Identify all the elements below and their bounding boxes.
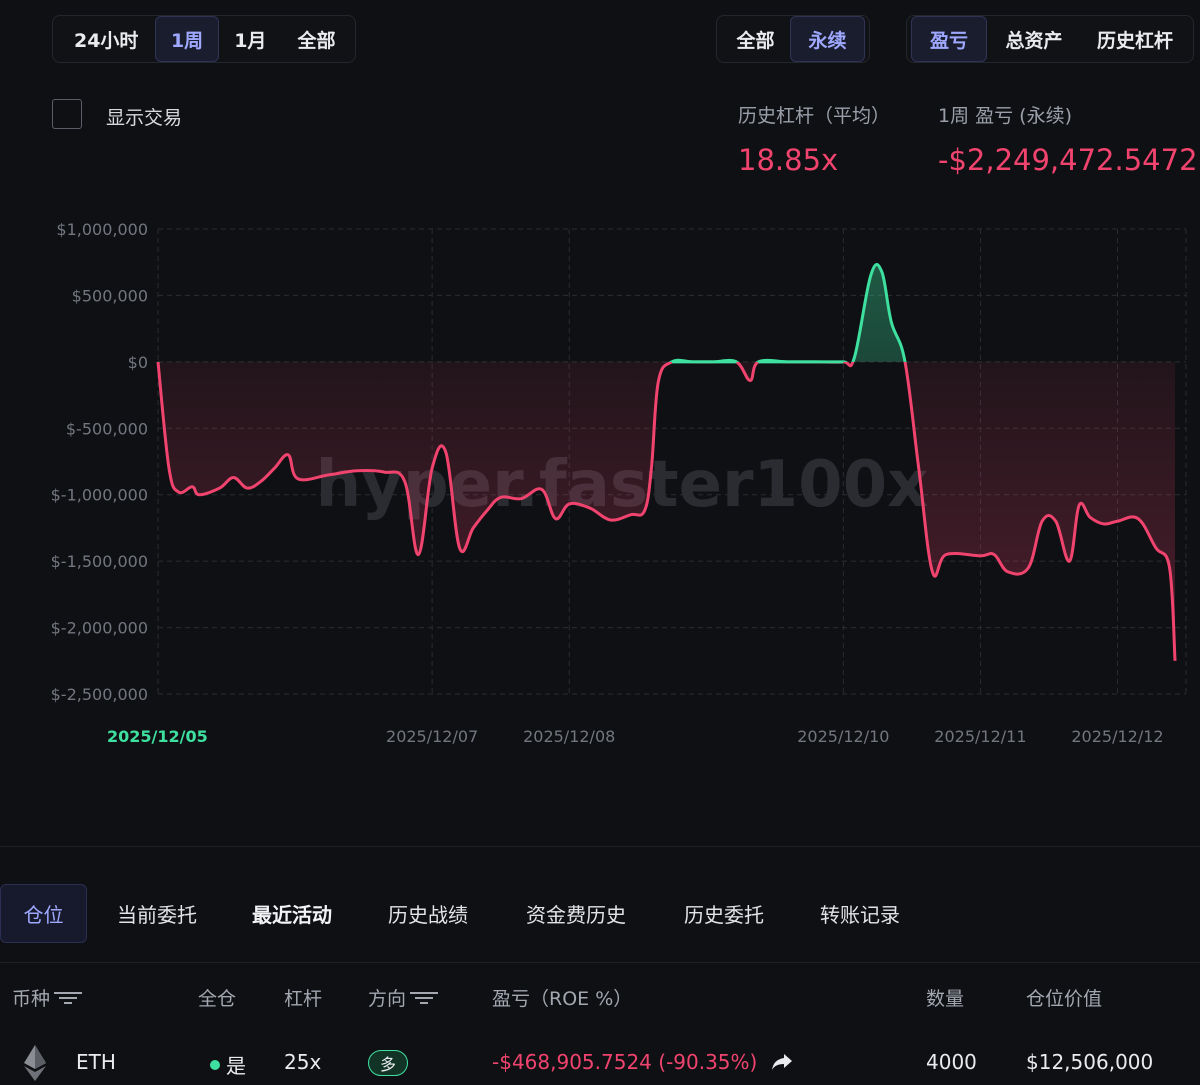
col-cross-header: 全仓	[198, 988, 237, 1010]
col-size-header: 数量	[926, 988, 965, 1010]
position-coin[interactable]: ETH	[76, 1050, 116, 1074]
position-cross-value: 是	[226, 1054, 246, 1078]
tab-recent-activity[interactable]: 最近活动	[236, 884, 348, 943]
divider	[0, 962, 1200, 963]
y-tick-label: $-2,000,000	[51, 619, 148, 638]
x-tick-label: 2025/12/10	[797, 727, 889, 746]
position-side: 多	[368, 1050, 408, 1076]
x-tick-label: 2025/12/12	[1071, 727, 1163, 746]
position-leverage: 25x	[284, 1050, 322, 1074]
side-badge: 多	[368, 1050, 408, 1076]
position-pnl-value: -$468,905.7524 (-90.35%)	[492, 1050, 758, 1074]
x-tick-label: 2025/12/08	[523, 727, 615, 746]
sort-icon[interactable]	[410, 989, 439, 1007]
x-tick-label: 2025/12/05	[107, 727, 208, 746]
col-pnl-header: 盈亏（ROE %）	[492, 988, 633, 1010]
sort-icon[interactable]	[54, 989, 83, 1007]
col-coin-label: 币种	[12, 988, 51, 1010]
market-perp-button[interactable]: 永续	[790, 16, 865, 62]
divider	[0, 846, 1200, 847]
col-value-header: 仓位价值	[1026, 988, 1103, 1010]
tab-trade-history[interactable]: 历史战绩	[372, 884, 484, 943]
avg-leverage-value: 18.85x	[738, 143, 839, 177]
tab-transfer-history[interactable]: 转账记录	[804, 884, 916, 943]
y-tick-label: $1,000,000	[56, 220, 148, 239]
y-tick-label: $-1,500,000	[51, 552, 148, 571]
show-trades-checkbox[interactable]	[52, 99, 82, 129]
position-pnl: -$468,905.7524 (-90.35%)	[492, 1050, 793, 1074]
bottom-tabs: 仓位 当前委托 最近活动 历史战绩 资金费历史 历史委托 转账记录	[0, 884, 1200, 944]
metric-equity-button[interactable]: 总资产	[987, 16, 1081, 62]
status-dot-icon	[210, 1059, 220, 1070]
show-trades-label: 显示交易	[106, 107, 183, 129]
tab-open-orders[interactable]: 当前委托	[104, 884, 210, 943]
y-tick-label: $-1,000,000	[51, 486, 148, 505]
y-tick-label: $-500,000	[66, 419, 148, 438]
time-range-selector: 24小时 1周 1月 全部	[52, 15, 356, 63]
col-leverage-header: 杠杆	[284, 988, 323, 1010]
y-tick-label: $0	[128, 353, 148, 372]
x-tick-label: 2025/12/11	[934, 727, 1026, 746]
range-all-button[interactable]: 全部	[282, 16, 351, 62]
position-size: 4000	[926, 1050, 977, 1074]
page: 24小时 1周 1月 全部 全部 永续 盈亏 总资产 历史杠杆 显示交易 历史杠…	[0, 0, 1200, 1085]
y-tick-label: $-2,500,000	[51, 685, 148, 704]
position-value: $12,506,000	[1026, 1050, 1154, 1074]
tab-positions[interactable]: 仓位	[0, 884, 87, 943]
market-all-button[interactable]: 全部	[721, 16, 790, 62]
range-1m-button[interactable]: 1月	[219, 16, 282, 62]
col-coin-header[interactable]: 币种	[12, 984, 83, 1011]
position-cross: 是	[210, 1050, 246, 1079]
tab-order-history[interactable]: 历史委托	[668, 884, 780, 943]
market-selector: 全部 永续	[716, 15, 870, 63]
avg-leverage-label: 历史杠杆（平均）	[738, 105, 891, 127]
range-24h-button[interactable]: 24小时	[57, 16, 155, 62]
metric-pnl-button[interactable]: 盈亏	[911, 16, 987, 62]
col-side-header[interactable]: 方向	[368, 984, 439, 1011]
y-tick-label: $500,000	[72, 286, 148, 305]
eth-icon	[24, 1045, 46, 1081]
period-pnl-label: 1周 盈亏 (永续)	[938, 105, 1072, 127]
tab-funding-history[interactable]: 资金费历史	[508, 884, 644, 943]
col-side-label: 方向	[368, 988, 407, 1010]
pnl-chart: $1,000,000 $500,000 $0 $-500,000 $-1,000,000…	[51, 220, 1187, 746]
period-pnl-value: -$2,249,472.5472	[938, 143, 1198, 177]
metric-leverage-button[interactable]: 历史杠杆	[1081, 16, 1189, 62]
share-icon[interactable]	[771, 1053, 793, 1071]
metric-selector: 盈亏 总资产 历史杠杆	[906, 15, 1194, 63]
range-1w-button[interactable]: 1周	[155, 16, 219, 62]
x-tick-label: 2025/12/07	[386, 727, 478, 746]
